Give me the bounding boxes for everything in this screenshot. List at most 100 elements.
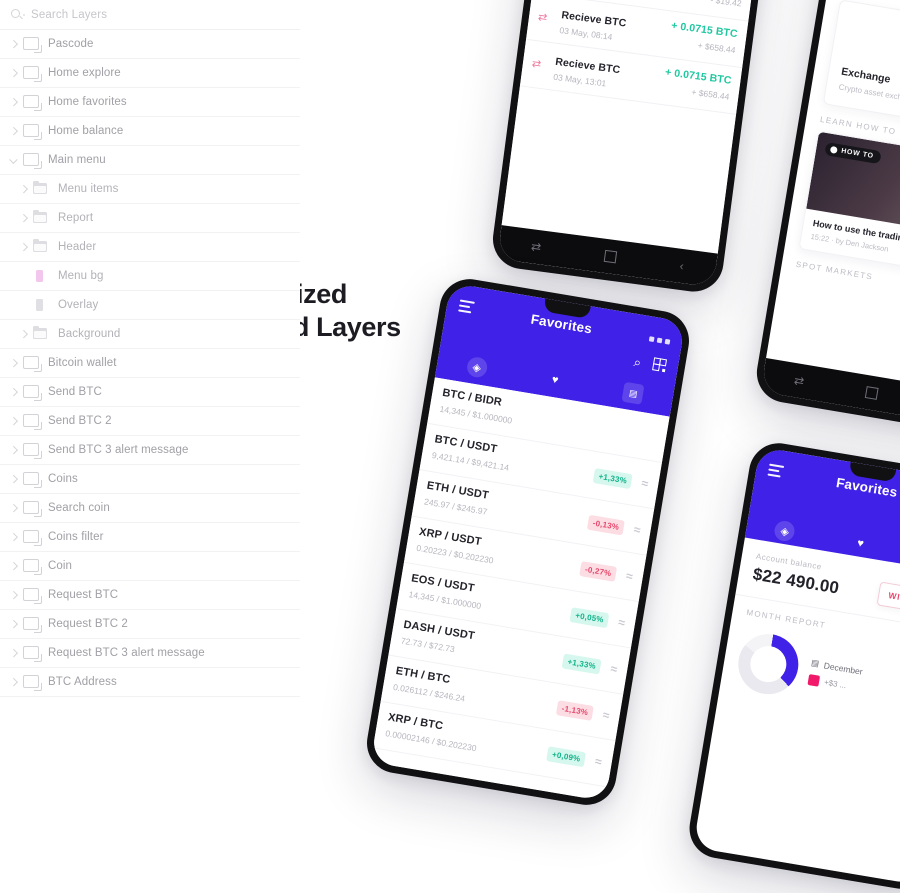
layer-name: Bitcoin wallet	[48, 357, 117, 369]
layer-row[interactable]: Send BTC 3 alert message	[0, 436, 300, 465]
layer-row[interactable]: Coins	[0, 465, 300, 494]
disclosure-toggle[interactable]	[14, 214, 32, 222]
chevron-right-icon	[9, 446, 17, 454]
search-layers-row[interactable]: Search Layers	[0, 0, 300, 30]
layer-row[interactable]: Home favorites	[0, 88, 300, 117]
layer-name: Coin	[48, 560, 73, 572]
status-icons	[648, 336, 671, 345]
disclosure-toggle[interactable]	[4, 417, 22, 425]
search-icon[interactable]: ⌕	[633, 354, 643, 371]
chevron-right-icon	[9, 678, 17, 686]
exchange-screen: ◈ BTC / USDT 9 419.78 CATEGORIES ฿ Excha…	[760, 0, 900, 427]
disclosure-toggle[interactable]	[14, 185, 32, 193]
disclosure-toggle[interactable]	[4, 446, 22, 454]
home-icon[interactable]	[603, 249, 618, 264]
transaction-list[interactable]: ⇄Send BTC11 July, 17:05- 0.043010 BTC- $…	[501, 0, 773, 254]
disclosure-toggle[interactable]	[4, 98, 22, 106]
qr-code-icon[interactable]	[652, 357, 668, 373]
chevron-right-icon	[9, 69, 17, 77]
recents-icon[interactable]: ⇄	[793, 373, 805, 388]
badge-dot-icon	[829, 145, 838, 154]
sparkline-icon: ≈	[625, 568, 634, 584]
search-icon	[10, 8, 25, 22]
disclosure-toggle[interactable]	[4, 678, 22, 686]
disclosure-toggle[interactable]	[4, 533, 22, 541]
rect-icon-gray	[32, 296, 52, 314]
layer-row[interactable]: Coins filter	[0, 523, 300, 552]
month-selector[interactable]: ▤ December	[810, 657, 863, 676]
chevron-right-icon	[9, 127, 17, 135]
tab-favorites[interactable]: ♥	[544, 369, 567, 392]
withdraw-button[interactable]: WITHDRAW	[876, 581, 900, 618]
disclosure-toggle[interactable]	[4, 156, 22, 164]
recents-icon[interactable]: ⇄	[530, 239, 542, 254]
disclosure-toggle[interactable]	[4, 620, 22, 628]
layer-row[interactable]: Search coin	[0, 494, 300, 523]
artboard-icon	[22, 673, 42, 691]
disclosure-toggle[interactable]	[4, 562, 22, 570]
search-input[interactable]: Search Layers	[31, 9, 107, 21]
artboard-icon	[22, 35, 42, 53]
receive-arrows-icon: ⇄	[531, 57, 542, 71]
balance-screen: Favorites ◈ ♥ ▤ Account balance $22 490.…	[693, 446, 900, 886]
layer-row[interactable]: Request BTC	[0, 581, 300, 610]
back-icon[interactable]: ‹	[679, 259, 685, 273]
artboard-icon	[22, 644, 42, 662]
layer-row[interactable]: Header	[0, 233, 300, 262]
disclosure-toggle[interactable]	[4, 359, 22, 367]
layer-row[interactable]: Home explore	[0, 59, 300, 88]
layer-row[interactable]: Coin	[0, 552, 300, 581]
disclosure-toggle[interactable]	[4, 388, 22, 396]
disclosure-toggle[interactable]	[14, 330, 32, 338]
layer-row[interactable]: Request BTC 3 alert message	[0, 639, 300, 668]
layer-row[interactable]: Report	[0, 204, 300, 233]
layer-row[interactable]: Bitcoin wallet	[0, 349, 300, 378]
artboard-icon	[22, 383, 42, 401]
disclosure-toggle[interactable]	[4, 69, 22, 77]
transaction-btc-amount: + 0.0715 BTC	[670, 19, 739, 41]
layer-row[interactable]: Menu bg	[0, 262, 300, 291]
favorites-list[interactable]: BTC / BIDR 14,345 / $1.000000 BTC / USDT 9,…	[370, 377, 670, 802]
change-badge: +1,33%	[592, 467, 634, 489]
layer-row[interactable]: Background	[0, 320, 300, 349]
transaction-usd-amount: - $19.42	[709, 0, 743, 9]
sparkline-icon: ≈	[601, 707, 611, 723]
receive-arrows-icon: ⇄	[537, 10, 549, 24]
disclosure-toggle[interactable]	[4, 127, 22, 135]
chevron-right-icon	[9, 562, 17, 570]
tab-favorites[interactable]: ♥	[849, 532, 872, 555]
layer-name: Coins	[48, 473, 78, 485]
chevron-right-icon	[19, 243, 27, 251]
layer-name: Pascode	[48, 38, 94, 50]
tab-wallet[interactable]: ▤	[621, 381, 645, 405]
layer-row[interactable]: Send BTC 2	[0, 407, 300, 436]
home-icon[interactable]	[864, 386, 879, 400]
tab-compass[interactable]: ◈	[465, 355, 489, 379]
chevron-right-icon	[9, 417, 17, 425]
chevron-down-icon	[9, 156, 17, 164]
layer-row[interactable]: Menu items	[0, 175, 300, 204]
disclosure-toggle[interactable]	[4, 504, 22, 512]
chevron-right-icon	[19, 330, 27, 338]
layer-row[interactable]: Overlay	[0, 291, 300, 320]
transaction-amounts: + 0.0715 BTC + $658.44	[662, 66, 732, 104]
disclosure-toggle[interactable]	[14, 243, 32, 251]
change-badge: -1,13%	[555, 699, 595, 721]
layer-row[interactable]: Main menu	[0, 146, 300, 175]
disclosure-toggle[interactable]	[4, 475, 22, 483]
disclosure-toggle[interactable]	[4, 40, 22, 48]
layer-row[interactable]: Send BTC	[0, 378, 300, 407]
disclosure-toggle[interactable]	[4, 591, 22, 599]
disclosure-toggle[interactable]	[4, 649, 22, 657]
layer-row[interactable]: BTC Address	[0, 668, 300, 697]
sparkline-icon: ≈	[609, 661, 619, 677]
tab-compass[interactable]: ◈	[773, 519, 797, 543]
layer-row[interactable]: Home balance	[0, 117, 300, 146]
transaction-info: Recieve BTC 03 May, 08:14	[559, 5, 672, 49]
layer-name: Send BTC 3 alert message	[48, 444, 189, 456]
artboard-icon	[22, 441, 42, 459]
layer-row[interactable]: Pascode	[0, 30, 300, 59]
folder-icon	[32, 238, 52, 256]
chevron-right-icon	[9, 98, 17, 106]
layer-row[interactable]: Request BTC 2	[0, 610, 300, 639]
